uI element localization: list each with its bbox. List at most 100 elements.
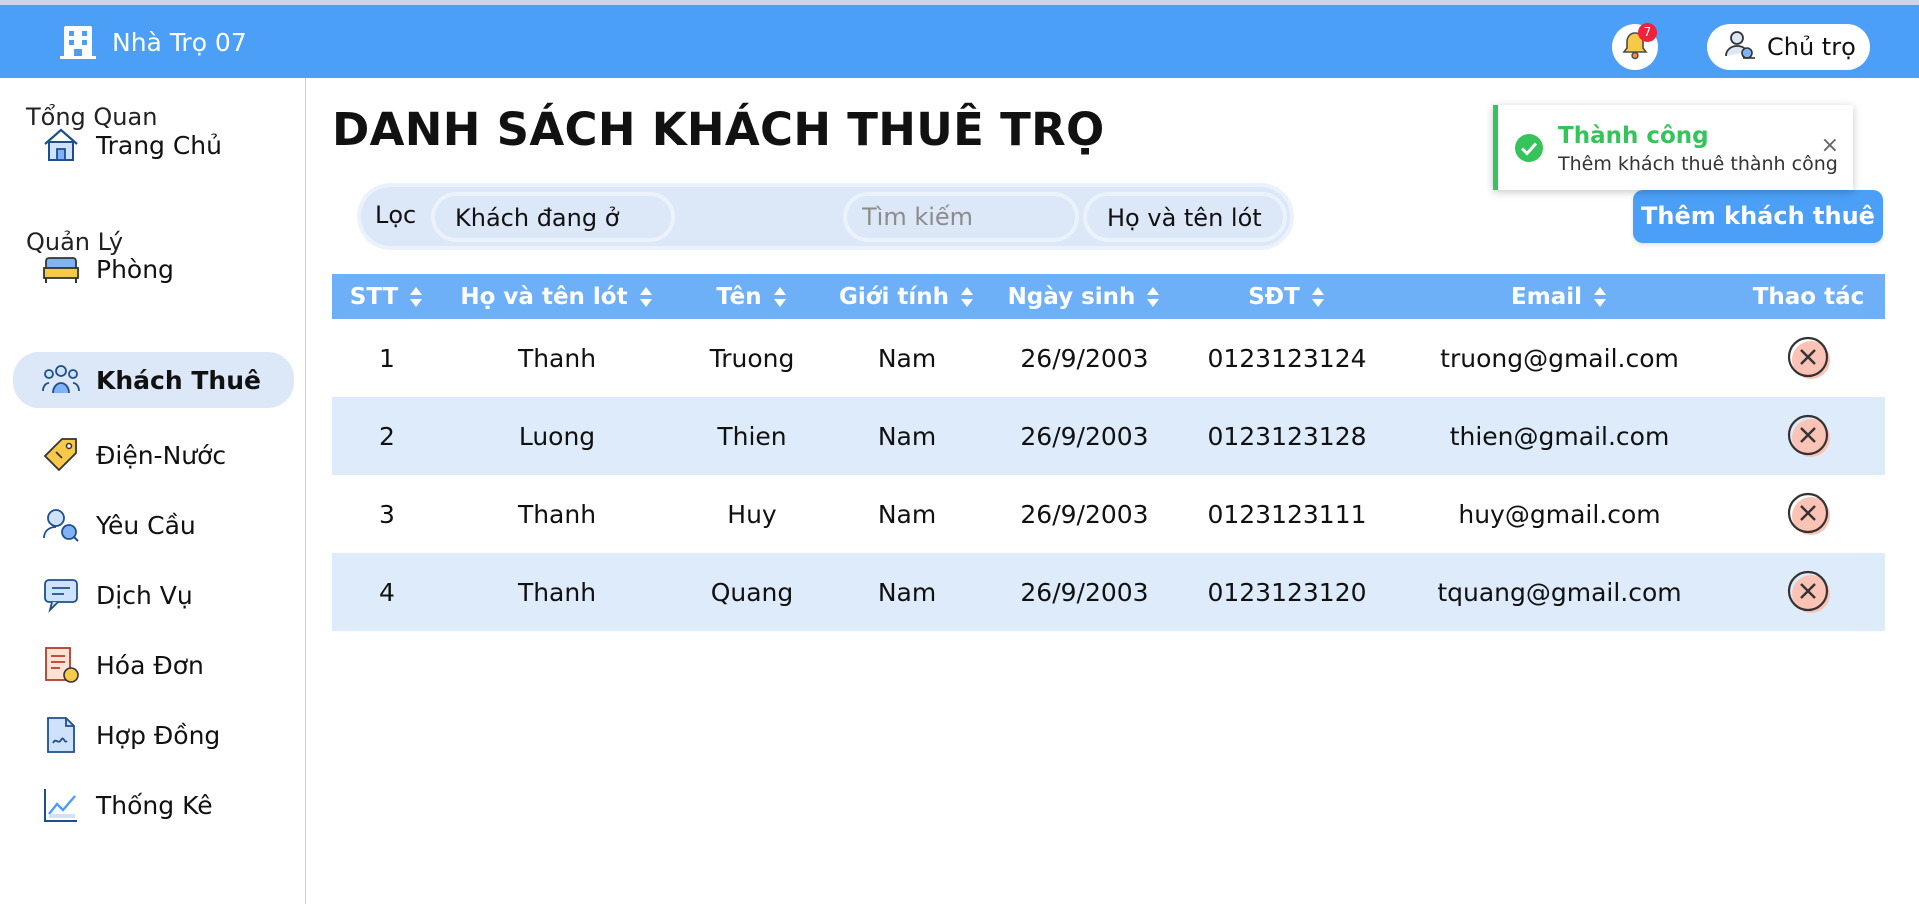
sidebar-item-invoices[interactable]: Hóa Đơn xyxy=(13,637,294,693)
search-field-select[interactable]: Họ và tên lót xyxy=(1083,192,1287,242)
cell-lastname: Luong xyxy=(518,421,596,451)
column-header-lastname[interactable]: Họ và tên lót xyxy=(442,274,672,319)
search-input[interactable] xyxy=(843,192,1079,242)
owner-label: Chủ trọ xyxy=(1767,33,1856,61)
brand[interactable]: Nhà Trọ 07 xyxy=(58,22,247,62)
cell-email: tquang@gmail.com xyxy=(1437,577,1682,607)
sort-icon xyxy=(1593,286,1606,307)
cell-birthdate: 26/9/2003 xyxy=(1020,421,1149,451)
sidebar-item-label: Hợp Đồng xyxy=(96,720,221,750)
cell-firstname: Quang xyxy=(710,577,794,607)
cell-phone: 0123123120 xyxy=(1207,577,1367,607)
cell-lastname: Thanh xyxy=(517,343,597,373)
sidebar-item-label: Trang Chủ xyxy=(96,130,223,160)
cell-gender: Nam xyxy=(877,499,937,529)
owner-menu-button[interactable]: Chủ trọ xyxy=(1707,24,1870,70)
notification-badge: 7 xyxy=(1638,23,1657,42)
column-header-stt[interactable]: STT xyxy=(332,274,442,319)
column-header-birthdate[interactable]: Ngày sinh xyxy=(982,274,1187,319)
sidebar-item-rooms[interactable]: Phòng xyxy=(13,241,294,297)
column-header-firstname[interactable]: Tên xyxy=(672,274,832,319)
cell-firstname: Thien xyxy=(717,421,787,451)
sidebar-item-requests[interactable]: Yêu Cầu xyxy=(13,497,294,553)
tenants-icon xyxy=(40,359,82,401)
sidebar-item-label: Điện-Nước xyxy=(96,440,227,470)
sidebar-item-label: Hóa Đơn xyxy=(96,650,204,680)
table-row: 4 Thanh Quang Nam 26/9/2003 0123123120 t… xyxy=(332,553,1885,631)
sidebar-item-label: Dịch Vụ xyxy=(96,580,193,610)
sidebar-item-utilities[interactable]: Điện-Nước xyxy=(13,427,294,483)
sidebar-item-services[interactable]: Dịch Vụ xyxy=(13,567,294,623)
price-tag-icon xyxy=(40,434,82,476)
table-row: 3 Thanh Huy Nam 26/9/2003 0123123111 huy… xyxy=(332,475,1885,553)
check-circle-icon xyxy=(1514,133,1544,163)
delete-x-icon xyxy=(1787,414,1830,457)
sidebar-item-label: Yêu Cầu xyxy=(96,510,196,540)
cell-stt: 2 xyxy=(379,421,395,451)
chart-icon xyxy=(40,784,82,826)
column-header-gender[interactable]: Giới tính xyxy=(832,274,982,319)
sidebar-item-tenants[interactable]: Khách Thuê xyxy=(13,352,294,408)
cell-gender: Nam xyxy=(877,421,937,451)
service-chat-icon xyxy=(40,574,82,616)
delete-tenant-button[interactable] xyxy=(1732,397,1885,475)
sort-icon xyxy=(773,286,786,307)
filter-bar: Lọc Khách đang ở Họ và tên lót xyxy=(357,183,1294,250)
cell-phone: 0123123128 xyxy=(1207,421,1367,451)
delete-x-icon xyxy=(1787,570,1830,613)
add-tenant-button[interactable]: Thêm khách thuê xyxy=(1633,190,1883,243)
sidebar-item-statistics[interactable]: Thống Kê xyxy=(13,777,294,833)
page-title: DANH SÁCH KHÁCH THUÊ TRỌ xyxy=(332,103,1105,156)
column-header-phone[interactable]: SĐT xyxy=(1187,274,1387,319)
cell-lastname: Thanh xyxy=(517,577,597,607)
cell-gender: Nam xyxy=(877,577,937,607)
cell-email: truong@gmail.com xyxy=(1440,343,1679,373)
cell-stt: 4 xyxy=(379,577,395,607)
sidebar-item-home[interactable]: Trang Chủ xyxy=(13,117,294,173)
sort-icon xyxy=(410,286,423,307)
sort-icon xyxy=(1147,286,1160,307)
delete-tenant-button[interactable] xyxy=(1732,319,1885,397)
filter-label: Lọc xyxy=(375,201,417,229)
cell-stt: 3 xyxy=(379,499,395,529)
table-row: 1 Thanh Truong Nam 26/9/2003 0123123124 … xyxy=(332,319,1885,397)
notification-button[interactable]: 7 xyxy=(1612,23,1658,70)
cell-firstname: Huy xyxy=(727,499,777,529)
cell-birthdate: 26/9/2003 xyxy=(1020,577,1149,607)
cell-birthdate: 26/9/2003 xyxy=(1020,499,1149,529)
table-row: 2 Luong Thien Nam 26/9/2003 0123123128 t… xyxy=(332,397,1885,475)
sort-icon xyxy=(961,286,974,307)
request-icon xyxy=(40,504,82,546)
toast-title: Thành công xyxy=(1558,123,1709,149)
cell-email: thien@gmail.com xyxy=(1449,421,1670,451)
sidebar: Tổng Quan Trang Chủ Quản Lý Phòng Khách … xyxy=(0,78,306,904)
sidebar-item-label: Thống Kê xyxy=(96,790,213,820)
cell-lastname: Thanh xyxy=(517,499,597,529)
brand-name: Nhà Trọ 07 xyxy=(112,27,247,57)
toast-close-button[interactable]: × xyxy=(1821,133,1839,158)
delete-tenant-button[interactable] xyxy=(1732,553,1885,631)
sidebar-item-contracts[interactable]: Hợp Đồng xyxy=(13,707,294,763)
cell-stt: 1 xyxy=(379,343,395,373)
tenant-status-filter-select[interactable]: Khách đang ở xyxy=(431,192,675,242)
cell-gender: Nam xyxy=(877,343,937,373)
tenants-table: STT Họ và tên lót Tên Giới tính Ngày sin… xyxy=(332,274,1885,631)
cell-birthdate: 26/9/2003 xyxy=(1020,343,1149,373)
bed-icon xyxy=(40,248,82,290)
cell-phone: 0123123111 xyxy=(1207,499,1367,529)
cell-email: huy@gmail.com xyxy=(1458,499,1661,529)
success-toast: Thành công Thêm khách thuê thành công × xyxy=(1493,105,1853,190)
cell-phone: 0123123124 xyxy=(1207,343,1367,373)
column-header-email[interactable]: Email xyxy=(1387,274,1732,319)
user-icon xyxy=(1723,28,1757,66)
delete-tenant-button[interactable] xyxy=(1732,475,1885,553)
cell-firstname: Truong xyxy=(709,343,795,373)
contract-icon xyxy=(40,714,82,756)
invoice-icon xyxy=(40,644,82,686)
delete-x-icon xyxy=(1787,336,1830,379)
building-icon xyxy=(58,22,98,62)
sort-icon xyxy=(1311,286,1324,307)
top-header: Nhà Trọ 07 7 Chủ trọ xyxy=(0,5,1919,78)
table-header: STT Họ và tên lót Tên Giới tính Ngày sin… xyxy=(332,274,1885,319)
column-header-actions: Thao tác xyxy=(1752,283,1865,310)
